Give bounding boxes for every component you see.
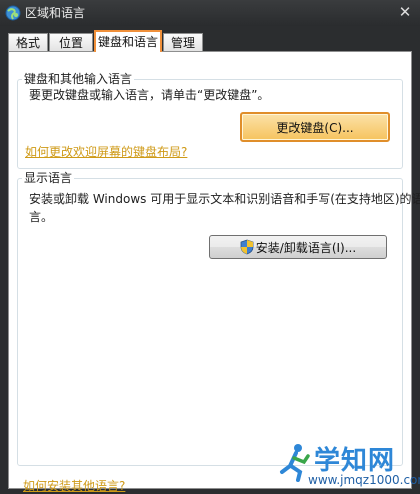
- install-other-languages-link[interactable]: 如何安装其他语言?: [23, 477, 125, 494]
- close-icon[interactable]: ✕: [396, 3, 414, 21]
- title-bar: 区域和语言 ✕: [0, 0, 420, 26]
- install-button-label: 安装/卸载语言(I)...: [255, 241, 357, 255]
- display-group-title: 显示语言: [22, 170, 75, 186]
- uac-shield-icon: [240, 239, 254, 255]
- running-figure-icon: [278, 442, 312, 482]
- tab-keyboards-languages[interactable]: 键盘和语言: [94, 30, 162, 52]
- display-description-line1: 安装或卸载 Windows 可用于显示文本和识别语音和手写(在支持地区)的语: [29, 192, 420, 206]
- site-watermark: 学知网 www.jmqz1000.com: [278, 440, 420, 492]
- watermark-title: 学知网: [314, 446, 396, 476]
- keyboard-description: 要更改键盘或输入语言，请单击“更改键盘”。: [29, 88, 270, 102]
- display-language-group: 显示语言: [17, 170, 403, 466]
- tab-panel: 键盘和其他输入语言 要更改键盘或输入语言，请单击“更改键盘”。 更改键盘(C).…: [8, 51, 420, 493]
- welcome-keyboard-layout-link[interactable]: 如何更改欢迎屏幕的键盘布局?: [25, 143, 187, 160]
- tab-administrative[interactable]: 管理: [163, 33, 203, 51]
- window-title: 区域和语言: [25, 6, 86, 20]
- watermark-url: www.jmqz1000.com: [308, 473, 420, 487]
- install-uninstall-languages-button[interactable]: 安装/卸载语言(I)...: [209, 235, 387, 259]
- tab-formats[interactable]: 格式: [8, 33, 48, 51]
- change-keyboards-button[interactable]: 更改键盘(C)...: [240, 112, 390, 142]
- globe-icon: [5, 5, 21, 21]
- keyboard-group-title: 键盘和其他输入语言: [22, 71, 135, 87]
- display-description-line2: 言。: [29, 210, 54, 224]
- tab-location[interactable]: 位置: [49, 33, 93, 51]
- tab-strip: 格式 位置 键盘和语言 管理: [8, 30, 412, 52]
